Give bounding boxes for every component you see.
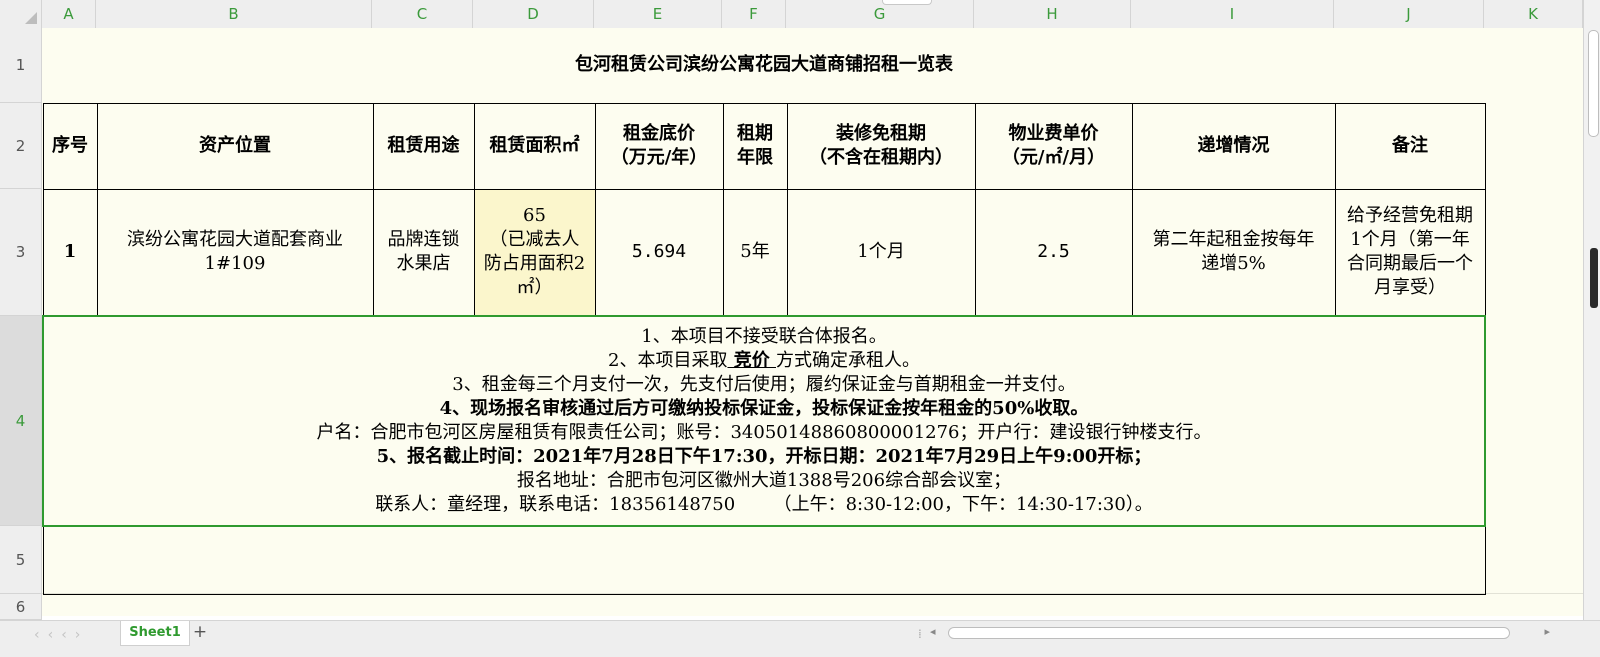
header-free-line1: 装修免租期	[836, 123, 926, 144]
column-header-b[interactable]: B	[96, 0, 372, 28]
cell-location-line2: 1#109	[204, 253, 266, 275]
vertical-scrollbar[interactable]	[1583, 0, 1600, 620]
horizontal-scroll-thumb[interactable]	[948, 627, 1510, 639]
sheet-nav-arrows-icon[interactable]: ‹‹‹›	[34, 627, 88, 643]
rental-table: 包河租赁公司滨纷公寓花园大道商铺招租一览表 序号 资产位置 租赁用途 租赁面积㎡…	[42, 28, 1486, 595]
header-term[interactable]: 租期 年限	[722, 102, 788, 190]
sheet-grid[interactable]: 包河租赁公司滨纷公寓花园大道商铺招租一览表 序号 资产位置 租赁用途 租赁面积㎡…	[42, 28, 1583, 616]
cell-area-line4: ㎡）	[516, 277, 553, 299]
side-panel-handle[interactable]	[1590, 248, 1598, 308]
header-fee-line2: （元/㎡/月）	[1001, 147, 1106, 168]
cell-usage-line1: 品牌连锁	[387, 229, 460, 251]
cell-area-line2: （已减去人	[489, 229, 580, 251]
cell-term[interactable]: 5年	[722, 188, 788, 317]
cell-remark[interactable]: 给予经营免租期 1个月（第一年 合同期最后一个 月享受）	[1334, 188, 1486, 317]
cell-remark-line1: 给予经营免租期	[1347, 205, 1473, 227]
row-header-5[interactable]: 5	[0, 526, 42, 594]
note-line-7: 报名地址：合肥市包河区徽州大道1388号206综合部会议室；	[516, 470, 1012, 491]
header-rent-line2: （万元/年）	[610, 147, 708, 168]
horizontal-scrollbar[interactable]: ◂ ▸	[930, 625, 1550, 639]
row-header-1[interactable]: 1	[0, 28, 42, 103]
cell-remark-line4: 月享受）	[1374, 277, 1446, 299]
column-header-j[interactable]: J	[1334, 0, 1484, 28]
note-line-2-post: 方式确定承租人。	[776, 350, 920, 371]
note-line-8: 联系人：童经理，联系电话：18356148750 （上午：8:30-12:00，…	[375, 494, 1153, 515]
note-line-1: 1、本项目不接受联合体报名。	[641, 326, 887, 347]
header-fee-line1: 物业费单价	[1008, 123, 1099, 144]
column-header-c[interactable]: C	[372, 0, 473, 28]
notes-cell-selected[interactable]: 1、本项目不接受联合体报名。 2、本项目采取 竞价 方式确定承租人。 3、租金每…	[42, 315, 1486, 527]
sheet-tab-bar: ‹‹‹› Sheet1 + ⁞ ◂ ▸	[0, 620, 1600, 657]
ribbon-collapse-handle[interactable]	[882, 0, 932, 5]
sheet-title[interactable]: 包河租赁公司滨纷公寓花园大道商铺招租一览表	[43, 28, 1485, 104]
note-line-2: 2、本项目采取 竞价 方式确定承租人。	[46, 349, 1482, 373]
note-line-6: 5、报名截止时间：2021年7月28日下午17:30，开标日期：2021年7月2…	[376, 446, 1152, 467]
row-header-3[interactable]: 3	[0, 189, 42, 316]
header-remark[interactable]: 备注	[1334, 102, 1486, 190]
column-header-i[interactable]: I	[1131, 0, 1334, 28]
header-rent[interactable]: 租金底价 （万元/年）	[594, 102, 724, 190]
row-header-2[interactable]: 2	[0, 103, 42, 189]
cell-increase-line1: 第二年起租金按每年	[1152, 229, 1315, 251]
header-rent-line1: 租金底价	[623, 123, 695, 144]
header-area[interactable]: 租赁面积㎡	[473, 102, 596, 190]
note-line-3: 3、租金每三个月支付一次，先支付后使用；履约保证金与首期租金一并支付。	[452, 374, 1076, 395]
cell-seq[interactable]: 1	[42, 188, 98, 317]
header-free-period[interactable]: 装修免租期 （不含在租期内）	[786, 102, 976, 190]
vertical-scroll-thumb[interactable]	[1588, 30, 1599, 137]
select-all-triangle-icon	[25, 12, 37, 24]
column-header-d[interactable]: D	[473, 0, 594, 28]
column-header-k[interactable]: K	[1484, 0, 1583, 28]
header-free-line2: （不含在租期内）	[809, 147, 953, 168]
header-usage[interactable]: 租赁用途	[372, 102, 475, 190]
column-header-a[interactable]: A	[42, 0, 96, 28]
column-header-e[interactable]: E	[594, 0, 722, 28]
header-seq[interactable]: 序号	[42, 102, 98, 190]
add-sheet-icon[interactable]: +	[192, 622, 208, 642]
header-location[interactable]: 资产位置	[96, 102, 374, 190]
cell-location-line1: 滨纷公寓花园大道配套商业	[127, 229, 343, 251]
header-term-line1: 租期	[737, 123, 773, 144]
header-increase[interactable]: 递增情况	[1131, 102, 1336, 190]
sheet-tab-sheet1[interactable]: Sheet1	[120, 621, 190, 646]
scroll-right-icon[interactable]: ▸	[1544, 625, 1550, 638]
cell-remark-line2: 1个月（第一年	[1350, 229, 1470, 251]
cell-free-period[interactable]: 1个月	[786, 188, 976, 317]
note-line-4: 4、现场报名审核通过后方可缴纳投标保证金，投标保证金按年租金的50%收取。	[439, 398, 1089, 419]
row-header-4[interactable]: 4	[0, 316, 42, 526]
scroll-left-icon[interactable]: ◂	[930, 625, 936, 638]
column-header-g[interactable]: G	[786, 0, 974, 28]
column-header-h[interactable]: H	[974, 0, 1131, 28]
cell-rent[interactable]: 5.694	[594, 188, 724, 317]
row-header-6[interactable]: 6	[0, 594, 42, 620]
note-line-2-pre: 2、本项目采取	[608, 350, 728, 371]
splitter-icon[interactable]: ⁞	[918, 627, 922, 641]
cell-increase[interactable]: 第二年起租金按每年 递增5%	[1131, 188, 1336, 317]
cell-location[interactable]: 滨纷公寓花园大道配套商业 1#109	[96, 188, 374, 317]
note-line-2-method: 竞价	[727, 350, 776, 371]
cell-usage[interactable]: 品牌连锁 水果店	[372, 188, 475, 317]
header-term-line2: 年限	[737, 147, 773, 168]
cell-increase-line2: 递增5%	[1201, 253, 1266, 275]
cell-area-line3: 防占用面积2	[483, 253, 586, 275]
empty-row-5[interactable]	[42, 526, 1486, 595]
column-header-bar: A B C D E F G H I J K	[0, 0, 1583, 29]
cell-usage-line2: 水果店	[396, 253, 451, 275]
header-property-fee[interactable]: 物业费单价 （元/㎡/月）	[974, 102, 1133, 190]
cell-area-line1: 65	[523, 205, 546, 227]
cell-property-fee[interactable]: 2.5	[974, 188, 1133, 317]
note-line-5: 户名：合肥市包河区房屋租赁有限责任公司；账号：34050148860800001…	[316, 422, 1212, 443]
cell-remark-line3: 合同期最后一个	[1347, 253, 1473, 275]
cell-area[interactable]: 65 （已减去人 防占用面积2 ㎡）	[473, 188, 596, 317]
select-all-corner[interactable]	[0, 0, 42, 28]
column-header-f[interactable]: F	[722, 0, 786, 28]
